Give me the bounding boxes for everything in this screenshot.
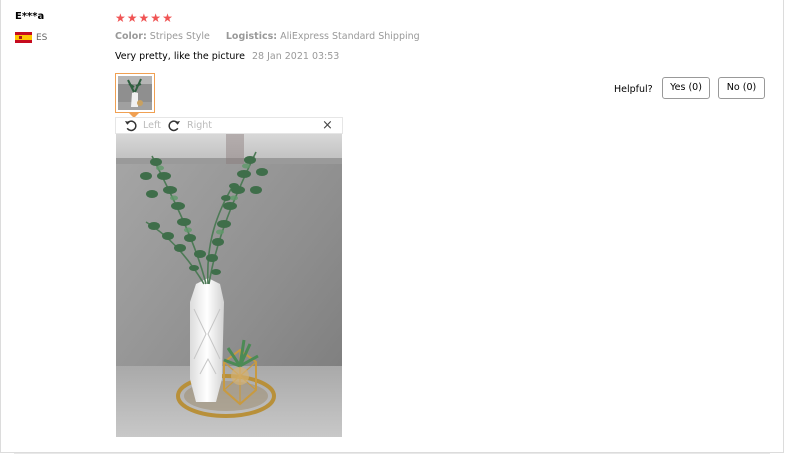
close-icon[interactable]: × — [322, 118, 333, 133]
star-icon: ★ — [150, 11, 162, 25]
order-info: Color: Stripes Style Logistics: AliExpre… — [115, 31, 420, 42]
rotate-left-icon[interactable] — [124, 119, 137, 132]
color-label: Color: — [115, 31, 147, 42]
reviewer-name: E***a — [15, 11, 45, 22]
reviewer-country: ES — [15, 32, 47, 43]
review-date: 28 Jan 2021 03:53 — [251, 51, 340, 62]
divider — [14, 453, 770, 454]
star-icon: ★ — [138, 11, 150, 25]
rotate-left-label[interactable]: Left — [143, 120, 161, 131]
review-text: Very pretty, like the picture — [115, 51, 245, 62]
helpful-no-button[interactable]: No (0) — [718, 77, 765, 99]
country-code: ES — [36, 32, 48, 43]
review-photo — [116, 134, 342, 437]
photo-viewer-toolbar: Left Right × — [115, 117, 343, 134]
rotate-right-label[interactable]: Right — [187, 120, 212, 131]
helpful-label: Helpful? — [614, 84, 653, 95]
logistics-value: AliExpress Standard Shipping — [280, 31, 420, 42]
star-rating: ★ ★ ★ ★ ★ — [115, 11, 173, 25]
review-body: Very pretty, like the picture 28 Jan 202… — [115, 51, 339, 62]
review-photo-thumbnail[interactable] — [115, 73, 155, 113]
rotate-right-icon[interactable] — [168, 119, 181, 132]
flag-es-icon — [15, 32, 32, 43]
star-icon: ★ — [162, 11, 173, 25]
color-value: Stripes Style — [149, 31, 210, 42]
logistics-label: Logistics: — [225, 31, 278, 42]
helpful-yes-button[interactable]: Yes (0) — [662, 77, 710, 99]
star-icon: ★ — [126, 11, 138, 25]
star-icon: ★ — [115, 11, 126, 25]
